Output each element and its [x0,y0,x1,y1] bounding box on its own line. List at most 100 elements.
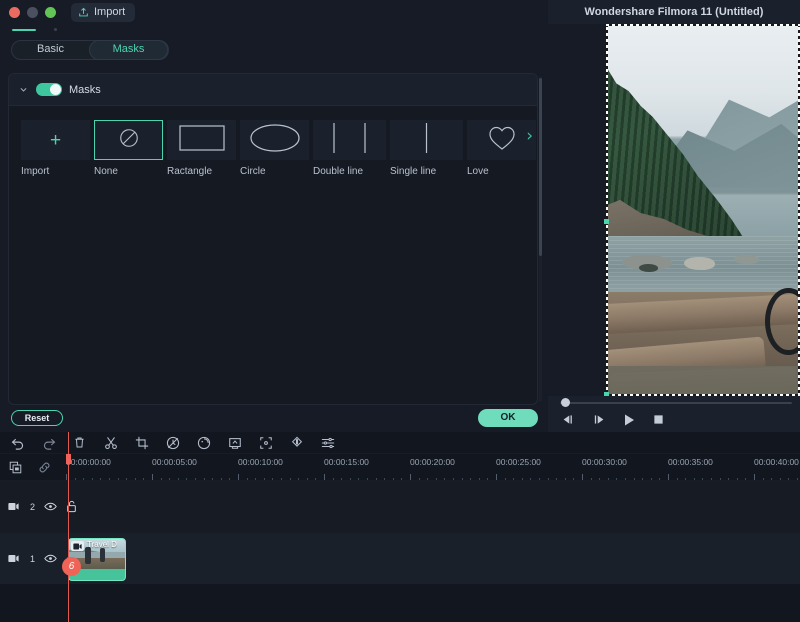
preview-panel: Wondershare Filmora 11 (Untitled) [548,0,800,432]
ruler-label: 00:00:35:00 [668,457,713,467]
preview-video [606,24,800,396]
chevron-right-icon[interactable]: › [526,128,533,145]
redo-icon[interactable] [41,435,56,450]
seek-bar-handle[interactable] [561,398,570,407]
color-icon[interactable] [196,435,211,450]
shore-rock [734,254,760,265]
gravel-beach [606,366,800,396]
ruler-label: 00:00:40:00 [754,457,799,467]
selection-handle-left[interactable] [604,219,609,224]
mask-preset-import[interactable]: + Import [21,120,90,177]
mask-preset-none[interactable]: None [94,120,163,177]
mask-preset-single-line[interactable]: Single line [390,120,463,177]
mask-label: Ractangle [167,166,213,177]
clip-thumb-person [99,548,105,562]
preview-stage[interactable] [548,24,800,396]
tab-masks[interactable]: Masks [89,40,168,60]
rectangle-icon [178,124,225,156]
masks-enable-toggle[interactable] [36,83,62,96]
mask-thumb [390,120,463,160]
video-icon [71,541,84,551]
mask-label: Single line [390,166,437,177]
mask-label: Double line [313,166,364,177]
undo-icon[interactable] [10,435,25,450]
previous-frame-button[interactable] [562,413,575,426]
zoom-window-button[interactable] [45,6,56,18]
ellipse-icon [249,123,300,157]
minimize-window-button[interactable] [27,6,38,18]
edit-panel: Import Basic Masks Masks + Import None R… [0,0,548,432]
crop-zoom-icon[interactable] [258,435,273,450]
mask-thumb [313,120,386,160]
preview-controls [548,396,800,432]
mask-label: Import [21,166,50,177]
delete-icon[interactable] [72,435,87,450]
link-icon[interactable] [37,460,52,475]
active-tab-indicator [12,29,36,31]
speed-icon[interactable] [165,435,180,450]
preview-frame-image [606,24,800,396]
mask-preset-double-line[interactable]: Double line [313,120,386,177]
clip-thumb-person [85,546,92,564]
window-title-bar: Import [0,0,548,24]
mask-thumb [167,120,236,160]
eye-icon[interactable] [44,553,57,564]
import-button-label: Import [94,6,126,18]
green-screen-icon[interactable] [227,435,242,450]
timeline-sub-toolbar: 00:00:00:00 00:00:05:00 00:00:10:00 00:0… [0,454,800,482]
panel-dot-marker [54,28,57,31]
tab-basic[interactable]: Basic [12,40,89,60]
ruler-label: 00:00:25:00 [496,457,541,467]
ruler-label: 00:00:05:00 [152,457,197,467]
stop-button[interactable] [652,413,665,426]
mask-thumb [94,120,163,160]
mask-thumb [240,120,309,160]
mask-label: Circle [240,166,266,177]
split-scissors-icon[interactable] [103,435,118,450]
single-line-icon [399,122,454,159]
double-line-icon [322,122,377,159]
shore-rock [638,263,659,273]
no-mask-icon [118,127,140,154]
ruler-label: 00:00:00:00 [66,457,111,467]
seek-bar-track[interactable] [560,402,792,404]
crop-icon[interactable] [134,435,149,450]
playhead-handle[interactable] [66,454,71,464]
track-type-icon [8,553,19,564]
track-header-1: 1 [0,552,76,565]
copy-icon[interactable] [8,460,23,475]
app-title: Wondershare Filmora 11 (Untitled) [584,6,764,18]
timeline-toolbar [0,432,800,454]
masks-section-title: Masks [69,83,101,96]
panel-footer: Reset OK [0,405,548,432]
track-type-icon [8,501,19,512]
next-frame-button[interactable] [592,413,605,426]
mask-preset-rectangle[interactable]: Ractangle [167,120,236,177]
plus-icon: + [49,129,62,151]
mask-presets-row: + Import None Ractangle Circle Double li… [9,106,537,177]
mask-thumb: + [21,120,90,160]
mask-label: Love [467,166,489,177]
masks-card: Masks + Import None Ractangle Circle Dou… [8,73,538,405]
panel-scrollbar-thumb[interactable] [539,78,542,256]
mask-icon[interactable] [289,435,304,450]
close-window-button[interactable] [9,6,20,18]
panel-tab-strip [0,24,548,32]
reset-button[interactable]: Reset [11,410,63,426]
chevron-down-icon[interactable] [17,84,29,96]
masks-section-header: Masks [9,74,537,106]
ruler-label: 00:00:30:00 [582,457,627,467]
traffic-lights [9,6,56,18]
ok-button[interactable]: OK [478,409,538,427]
play-button[interactable] [622,413,635,426]
import-button[interactable]: Import [71,2,136,22]
clip-marker-badge[interactable]: 6 [62,557,81,576]
track-row-2[interactable]: 2 [0,480,800,532]
ruler-label: 00:00:20:00 [410,457,455,467]
eye-icon[interactable] [44,501,57,512]
track-row-1[interactable]: 1 Travel D 6 [0,532,800,584]
mask-preset-circle[interactable]: Circle [240,120,309,177]
audio-mixer-icon[interactable] [320,435,335,450]
filmora-app-window: Import Basic Masks Masks + Import None R… [0,0,800,622]
import-icon [78,7,89,18]
